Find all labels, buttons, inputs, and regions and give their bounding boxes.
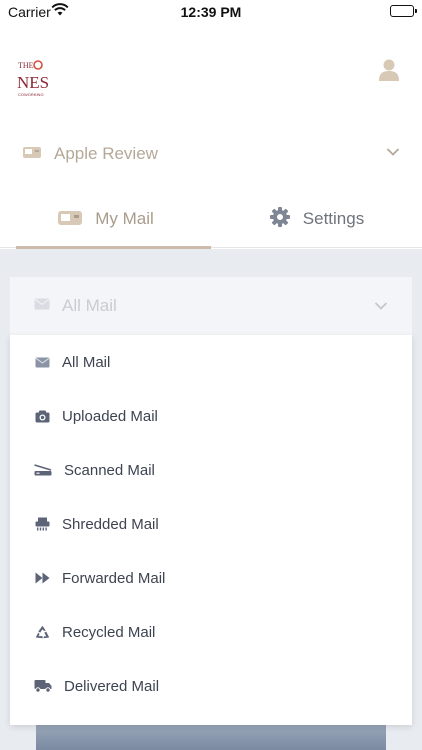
the-nest-coworking-logo: THE NEST COWORKING	[16, 58, 60, 102]
tab-label: My Mail	[95, 209, 154, 228]
shredder-icon	[34, 516, 50, 532]
option-uploaded-mail[interactable]: Uploaded Mail	[10, 389, 412, 443]
envelope-icon	[34, 297, 50, 315]
envelope-icon	[34, 354, 50, 370]
mail-filter-value: All Mail	[62, 296, 117, 315]
camera-icon	[34, 408, 50, 424]
truck-icon	[34, 678, 52, 694]
chevron-down-icon	[386, 144, 400, 162]
option-recycled-mail[interactable]: Recycled Mail	[10, 605, 412, 659]
option-scanned-mail[interactable]: Scanned Mail	[10, 443, 412, 497]
svg-text:COWORKING: COWORKING	[18, 92, 44, 97]
user-icon	[379, 59, 399, 81]
mailbox-icon	[22, 144, 42, 165]
option-delivered-mail[interactable]: Delivered Mail	[10, 659, 412, 713]
option-label: Shredded Mail	[62, 515, 159, 533]
chevron-down-icon	[374, 298, 388, 316]
option-shredded-mail[interactable]: Shredded Mail	[10, 497, 412, 551]
option-label: Delivered Mail	[64, 677, 160, 695]
mailbox-icon	[57, 207, 83, 232]
status-bar: Carrier 12:39 PM	[0, 0, 422, 24]
option-label: All Mail	[62, 353, 111, 371]
tab-label: Settings	[302, 209, 365, 228]
battery-icon	[390, 5, 417, 17]
location-selector[interactable]: Apple Review	[22, 140, 402, 168]
tab-settings[interactable]: Settings	[211, 190, 422, 248]
mail-content: All Mail All Mail Uploaded Mail Scanned …	[0, 249, 422, 750]
tab-bar: My Mail Settings	[0, 190, 422, 249]
scanner-icon	[34, 462, 52, 478]
tab-my-mail[interactable]: My Mail	[0, 190, 211, 249]
forward-icon	[34, 570, 50, 586]
profile-button[interactable]	[378, 58, 400, 82]
option-label: Recycled Mail	[62, 623, 156, 641]
location-label: Apple Review	[54, 144, 158, 163]
option-all-mail[interactable]: All Mail	[10, 335, 412, 389]
option-label: Scanned Mail	[64, 461, 155, 479]
clock: 12:39 PM	[180, 4, 242, 20]
mail-preview-image	[36, 723, 386, 750]
gear-icon	[269, 206, 291, 233]
svg-text:THE: THE	[18, 61, 34, 70]
option-forwarded-mail[interactable]: Forwarded Mail	[10, 551, 412, 605]
option-label: Uploaded Mail	[62, 407, 158, 425]
option-label: Forwarded Mail	[62, 569, 166, 587]
mail-filter-options: All Mail Uploaded Mail Scanned Mail Shre…	[10, 335, 412, 725]
svg-text:NEST: NEST	[17, 73, 48, 92]
mail-filter-dropdown[interactable]: All Mail	[10, 277, 412, 335]
recycle-icon	[34, 624, 50, 640]
